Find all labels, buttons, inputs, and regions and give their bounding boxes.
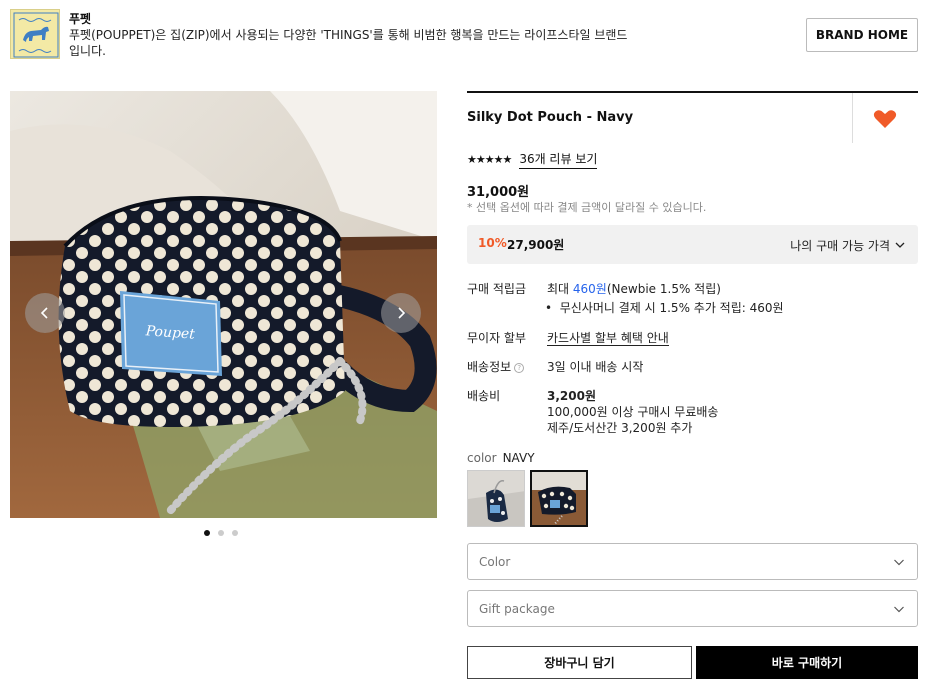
- brand-description: 푸펫(POUPPET)은 집(ZIP)에서 사용되는 다양한 'THINGS'를…: [69, 28, 628, 58]
- pagination-dot[interactable]: [232, 530, 238, 536]
- chevron-down-icon: [895, 242, 905, 248]
- help-icon[interactable]: ?: [514, 363, 525, 373]
- discount-rate: 10%: [478, 236, 507, 250]
- my-price-label: 나의 구매 가능 가격: [790, 239, 890, 253]
- installment-link[interactable]: 카드사별 할부 혜택 안내: [547, 331, 669, 346]
- pagination-dot[interactable]: [218, 530, 224, 536]
- gift-select-placeholder: Gift package: [479, 602, 555, 616]
- installment-value: 카드사별 할부 혜택 안내: [547, 329, 669, 346]
- discount-price: 27,900원: [507, 238, 565, 252]
- installment-label: 무이자 할부: [467, 331, 527, 345]
- brand-name[interactable]: 푸펫: [69, 10, 91, 27]
- delivery-label: 배송정보?: [467, 358, 525, 375]
- next-image-button[interactable]: [381, 293, 421, 333]
- shipping-fee: 3,200원: [547, 389, 596, 403]
- review-link[interactable]: 36개 리뷰 보기: [519, 150, 598, 169]
- chevron-left-icon: [40, 307, 48, 319]
- shipping-free: 100,000원 이상 구매시 무료배송: [547, 405, 719, 419]
- my-price-toggle[interactable]: 10% 27,900원 나의 구매 가능 가격: [467, 225, 918, 264]
- shipping-label: 배송비: [467, 389, 501, 403]
- image-pagination: [204, 530, 238, 536]
- buy-now-button[interactable]: 바로 구매하기: [696, 646, 918, 679]
- brand-logo[interactable]: [10, 9, 60, 59]
- color-swatch[interactable]: [467, 470, 525, 527]
- rating-stars: ★★★★★: [467, 153, 512, 166]
- product-image[interactable]: Poupet: [10, 91, 437, 518]
- product-price: 31,000원: [467, 185, 530, 200]
- points-bullet: • 무신사머니 결제 시 1.5% 추가 적립: 460원: [545, 299, 784, 316]
- points-amount: 460원: [572, 282, 607, 296]
- delivery-value: 3일 이내 배송 시작: [547, 360, 644, 374]
- points-prefix: 최대: [547, 282, 573, 296]
- color-select[interactable]: Color: [467, 543, 918, 580]
- gift-package-select[interactable]: Gift package: [467, 590, 918, 627]
- previous-image-button[interactable]: [25, 293, 65, 333]
- shipping-extra: 제주/도서산간 3,200원 추가: [547, 421, 693, 435]
- horse-logo-icon: [13, 12, 59, 58]
- points-bullet-text: 무신사머니 결제 시 1.5% 추가 적립: 460원: [559, 301, 784, 315]
- delivery-label-text: 배송정보: [467, 360, 512, 374]
- points-value: 최대 460원(Newbie 1.5% 적립): [547, 280, 721, 297]
- color-option-label: color NAVY: [467, 451, 535, 465]
- add-to-cart-button[interactable]: 장바구니 담기: [467, 646, 692, 679]
- color-label-text: color: [467, 451, 497, 465]
- chevron-right-icon: [398, 307, 406, 319]
- color-selected-value: NAVY: [502, 451, 535, 465]
- chevron-down-icon: [894, 559, 904, 566]
- points-suffix: (Newbie 1.5% 적립): [606, 282, 721, 296]
- chevron-down-icon: [894, 606, 904, 613]
- points-label: 구매 적립금: [467, 282, 527, 296]
- rating-row: ★★★★★ 36개 리뷰 보기: [467, 150, 598, 169]
- heart-icon: [873, 110, 897, 128]
- wishlist-button[interactable]: [872, 108, 898, 130]
- pagination-dot[interactable]: [204, 530, 210, 536]
- product-title: Silky Dot Pouch - Navy: [467, 110, 634, 125]
- brand-home-button[interactable]: BRAND HOME: [806, 18, 918, 52]
- color-swatch-selected[interactable]: [530, 470, 588, 527]
- top-divider: [467, 91, 918, 93]
- color-select-placeholder: Color: [479, 555, 511, 569]
- bullet-icon: •: [545, 301, 560, 315]
- price-note: * 선택 옵션에 따라 결제 금액이 달라질 수 있습니다.: [467, 201, 707, 214]
- title-divider: [852, 93, 853, 143]
